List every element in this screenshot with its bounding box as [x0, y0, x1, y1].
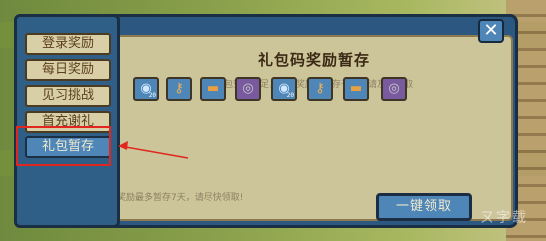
- watermark: ㄡ字载: [480, 210, 528, 226]
- annotation-arrow: [118, 141, 189, 159]
